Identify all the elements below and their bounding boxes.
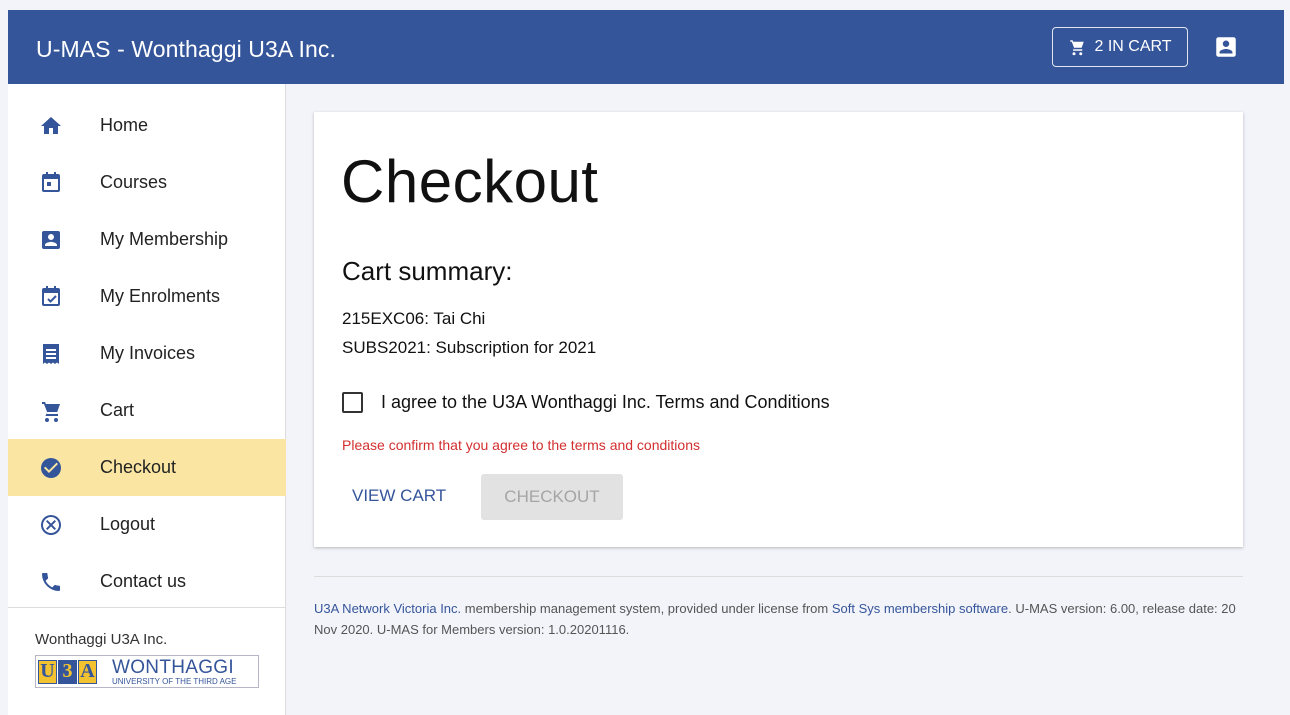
terms-error-message: Please confirm that you agree to the ter… <box>342 437 700 453</box>
sidebar-item-label: Home <box>100 115 149 135</box>
app-header: U-MAS - Wonthaggi U3A Inc. 2 IN CART <box>8 10 1284 84</box>
sidebar-item-label: Cart <box>100 400 135 420</box>
u3a-network-link[interactable]: U3A Network Victoria Inc. <box>314 601 461 616</box>
phone-icon <box>38 569 64 595</box>
sidebar-item-home[interactable]: Home <box>8 97 286 154</box>
view-cart-button[interactable]: VIEW CART <box>338 474 460 518</box>
calendar-check-icon <box>38 284 64 310</box>
cart-summary-item: 215EXC06: Tai Chi <box>342 309 486 328</box>
page-title: Checkout <box>341 148 599 215</box>
home-icon <box>38 113 64 139</box>
terms-checkbox-label[interactable]: I agree to the U3A Wonthaggi Inc. Terms … <box>381 392 830 413</box>
sidebar-item-label: Checkout <box>100 457 177 477</box>
account-button[interactable] <box>1213 34 1239 60</box>
sidebar-item-label: Courses <box>100 172 168 192</box>
sidebar-item-label: My Enrolments <box>100 286 221 306</box>
cart-icon <box>1070 40 1085 56</box>
cart-summary-heading: Cart summary: <box>342 256 513 286</box>
cart-icon <box>38 398 64 424</box>
account-box-icon <box>38 227 64 253</box>
cart-button[interactable]: 2 IN CART <box>1052 27 1188 67</box>
logo-letter: U <box>38 659 57 684</box>
terms-checkbox[interactable] <box>342 392 363 413</box>
sidebar-item-label: My Membership <box>100 229 229 249</box>
sidebar-item-cart[interactable]: Cart <box>8 382 286 439</box>
check-circle-icon <box>38 455 64 481</box>
checkout-button[interactable]: CHECKOUT <box>481 474 623 520</box>
receipt-icon <box>38 341 64 367</box>
footer-divider <box>314 576 1243 577</box>
terms-agree-control[interactable]: I agree to the U3A Wonthaggi Inc. Terms … <box>342 392 830 413</box>
logo-subtitle: UNIVERSITY OF THE THIRD AGE <box>112 676 237 686</box>
checkout-card: Checkout Cart summary: 215EXC06: Tai Chi… <box>314 112 1243 547</box>
cancel-icon <box>38 512 64 538</box>
calendar-icon <box>38 170 64 196</box>
sidebar-item-my-membership[interactable]: My Membership <box>8 211 286 268</box>
sidebar-item-label: My Invoices <box>100 343 196 363</box>
sidebar-item-checkout[interactable]: Checkout <box>8 439 286 496</box>
sidebar-divider <box>8 607 286 608</box>
sidebar-item-logout[interactable]: Logout <box>8 496 286 553</box>
logo-title: WONTHAGGI <box>112 656 234 678</box>
account-box-icon <box>1216 37 1236 57</box>
softsys-link[interactable]: Soft Sys membership software <box>832 601 1008 616</box>
logo-letter: A <box>78 659 97 684</box>
footer-text: membership management system, provided u… <box>461 601 832 616</box>
sidebar: Home Courses My Membership My Enrolments… <box>8 84 286 715</box>
sidebar-item-contact-us[interactable]: Contact us <box>8 553 286 610</box>
cart-count-label: 2 IN CART <box>1094 38 1172 55</box>
cart-summary-item: SUBS2021: Subscription for 2021 <box>342 338 597 357</box>
sidebar-item-label: Contact us <box>100 571 187 591</box>
sidebar-item-my-enrolments[interactable]: My Enrolments <box>8 268 286 325</box>
app-title: U-MAS - Wonthaggi U3A Inc. <box>36 36 337 62</box>
logo-letter: 3 <box>58 659 77 684</box>
footer: U3A Network Victoria Inc. membership man… <box>314 598 1249 640</box>
u3a-logo: U 3 A WONTHAGGI UNIVERSITY OF THE THIRD … <box>35 655 259 688</box>
organisation-name: Wonthaggi U3A Inc. <box>35 631 168 648</box>
sidebar-item-label: Logout <box>100 514 156 534</box>
sidebar-item-my-invoices[interactable]: My Invoices <box>8 325 286 382</box>
sidebar-item-courses[interactable]: Courses <box>8 154 286 211</box>
